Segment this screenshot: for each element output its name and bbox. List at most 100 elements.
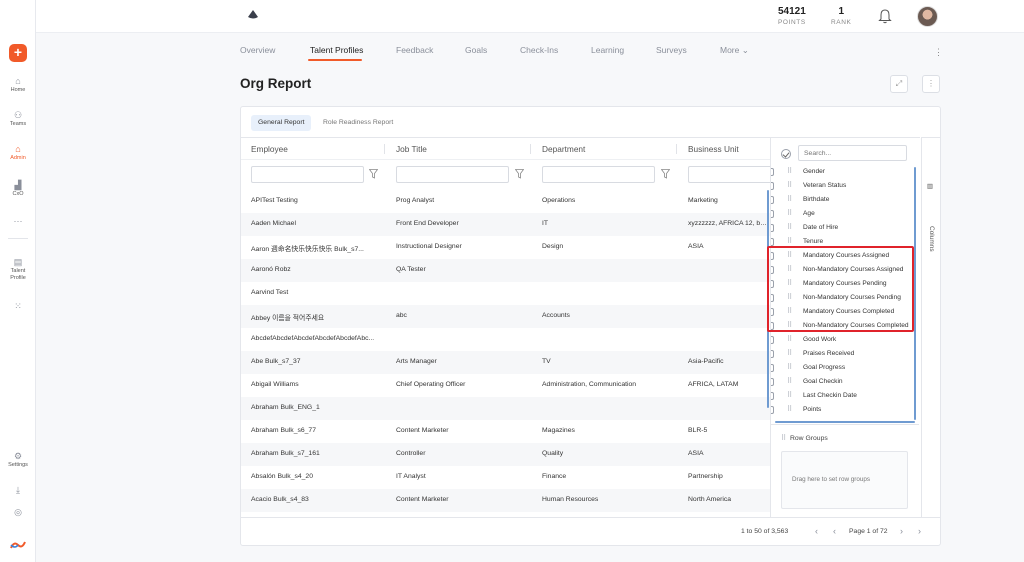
create-plus-button[interactable]: + [9,44,27,62]
brand-icon[interactable] [248,10,258,19]
drag-handle-icon[interactable]: ⠿ [787,209,792,217]
rail-item-more[interactable]: ··· [0,216,36,226]
drag-handle-icon[interactable]: ⠿ [787,223,792,231]
column-checkbox[interactable] [771,238,774,246]
column-checkbox[interactable] [771,182,774,190]
table-row[interactable]: Abe Bulk_s7_37 Arts Manager TV Asia-Pacific [241,351,770,374]
first-page-icon[interactable]: ‹ [815,526,818,536]
tab-surveys[interactable]: Surveys [656,45,687,55]
column-header-business-unit[interactable]: Business Unit [688,144,739,154]
drag-handle-icon[interactable]: ⠿ [787,237,792,245]
drag-handle-icon[interactable]: ⠿ [787,363,792,371]
table-row[interactable]: Abigail Williams Chief Operating Officer A… [241,374,770,397]
column-checkbox[interactable] [771,406,774,414]
column-search-input[interactable] [798,145,907,161]
expand-icon[interactable]: ⤢ [890,75,908,93]
column-checkbox[interactable] [771,168,774,176]
column-header-department[interactable]: Department [542,144,585,154]
tab-overview[interactable]: Overview [240,45,275,55]
table-row[interactable]: Acacio Bulk_s4_83 Content Marketer Human R… [241,489,770,512]
rail-item-home[interactable]: ⌂ Home [0,76,36,94]
table-row[interactable]: Abbey 이름을 적어주세요 abc Accounts [241,305,770,328]
drag-handle-icon[interactable]: ⠿ [787,349,792,357]
drag-handle-icon[interactable]: ⠿ [787,335,792,343]
column-list-item[interactable]: ⠿ Birthdate [771,193,919,207]
table-row[interactable]: Aaron 週命名快乐快乐快乐 Bulk_s7... Instructional … [241,236,770,259]
column-list-item[interactable]: ⠿ Points [771,403,919,417]
rail-item-talent-profile[interactable]: ▤ Talent Profile [0,257,36,282]
filter-icon[interactable] [661,169,670,179]
drag-handle-icon[interactable]: ⠿ [787,391,792,399]
tab-more[interactable]: More ⌄ [720,45,749,56]
column-list-item[interactable]: ⠿ Good Work [771,333,919,347]
column-checkbox[interactable] [771,364,774,372]
filter-icon[interactable] [515,169,524,179]
rail-item-download[interactable]: ⤓ [0,485,36,495]
column-checkbox[interactable] [771,392,774,400]
tab-talent-profiles[interactable]: Talent Profiles [310,45,363,55]
rail-item-settings[interactable]: ⚙ Settings [0,451,36,469]
drag-handle-icon[interactable]: ⠿ [787,377,792,385]
drag-handle-icon[interactable]: ⠿ [787,181,792,189]
column-list-item[interactable]: ⠿ Goal Checkin [771,375,919,389]
rail-item-teams[interactable]: ⚇ Teams [0,110,36,128]
table-row[interactable]: Aaronó Robz QA Tester [241,259,770,282]
column-header-employee[interactable]: Employee [251,144,288,154]
column-list-item[interactable]: ⠿ Last Checkin Date [771,389,919,403]
rail-item-help[interactable]: ◎ [0,507,36,517]
table-row[interactable]: Abraham Bulk_s6_77 Content Marketer Magazi… [241,420,770,443]
table-cell: Aarvind Test [251,289,289,296]
tab-goals[interactable]: Goals [465,45,487,55]
tab-general-report[interactable]: General Report [251,115,312,131]
report-kebab-icon[interactable]: ⋮ [922,75,940,93]
user-avatar[interactable] [917,6,938,27]
column-list-item[interactable]: ⠿ Veteran Status [771,179,919,193]
next-page-icon[interactable]: › [900,526,903,536]
table-row[interactable]: Abraham Bulk_s7_161 Controller Quality ASIA [241,443,770,466]
column-list-item[interactable]: ⠿ Goal Progress [771,361,919,375]
column-list-item[interactable]: ⠿ Praises Received [771,347,919,361]
business-unit-filter-input[interactable] [688,166,770,183]
drag-handle-icon[interactable]: ⠿ [787,405,792,413]
column-list-item[interactable]: ⠿ Age [771,207,919,221]
filter-icon[interactable] [369,169,378,179]
select-all-columns-checkbox[interactable] [781,149,791,159]
column-list-item[interactable]: ⠿ Gender [771,165,919,179]
tab-role-readiness-report[interactable]: Role Readiness Report [316,115,400,131]
row-groups-drop-zone[interactable]: Drag here to set row groups [781,451,908,509]
column-checkbox[interactable] [771,378,774,386]
rail-item-cxo[interactable]: ▟ CxO [0,180,36,198]
columns-side-tab[interactable]: ▥ Columns [921,137,940,517]
employee-filter-input[interactable] [251,166,364,183]
table-row[interactable]: Absalón Bulk_s4_20 IT Analyst Finance Partn… [241,466,770,489]
column-separator[interactable] [530,144,531,154]
rail-item-admin[interactable]: ⌂ Admin [0,144,36,162]
column-checkbox[interactable] [771,210,774,218]
column-list-horizontal-scrollbar[interactable] [775,421,915,423]
column-checkbox[interactable] [771,350,774,358]
column-list-item[interactable]: ⠿ Date of Hire [771,221,919,235]
column-separator[interactable] [384,144,385,154]
column-header-job-title[interactable]: Job Title [396,144,427,154]
header-kebab-icon[interactable]: ⋮ [934,47,943,58]
column-separator[interactable] [676,144,677,154]
rail-item-apps[interactable]: ⁙ [0,301,36,311]
drag-handle-icon[interactable]: ⠿ [787,167,792,175]
table-row[interactable]: AbcdefAbcdefAbcdefAbcdefAbcdefAbc... [241,328,770,351]
table-row[interactable]: Aaden Michael Front End Developer IT xyzzzz… [241,213,770,236]
previous-page-icon[interactable]: ‹ [833,526,836,536]
drag-handle-icon[interactable]: ⠿ [787,195,792,203]
notification-bell-icon[interactable] [878,8,892,24]
column-checkbox[interactable] [771,224,774,232]
job-title-filter-input[interactable] [396,166,509,183]
last-page-icon[interactable]: › [918,526,921,536]
column-checkbox[interactable] [771,196,774,204]
table-row[interactable]: Aarvind Test [241,282,770,305]
tab-learning[interactable]: Learning [591,45,624,55]
tab-check-ins[interactable]: Check-Ins [520,45,558,55]
tab-feedback[interactable]: Feedback [396,45,433,55]
table-row[interactable]: APITest Testing Prog Analyst Operations Mar… [241,190,770,213]
column-checkbox[interactable] [771,336,774,344]
table-row[interactable]: Abraham Bulk_ENG_1 [241,397,770,420]
department-filter-input[interactable] [542,166,655,183]
